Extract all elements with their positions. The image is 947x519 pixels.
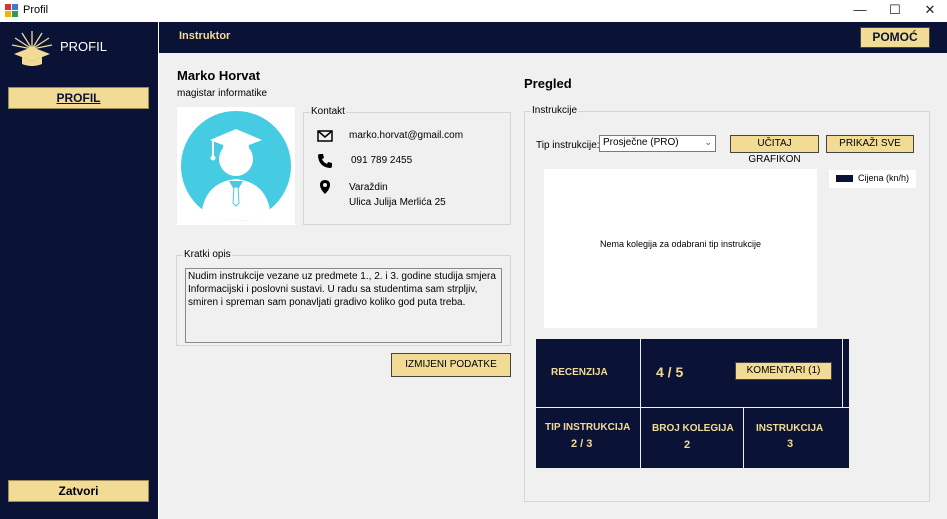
contact-phone: 091 789 2455 bbox=[351, 155, 413, 166]
comments-button[interactable]: KOMENTARI (1) bbox=[735, 362, 832, 380]
show-all-button[interactable]: PRIKAŽI SVE bbox=[826, 135, 914, 153]
avatar bbox=[177, 107, 295, 225]
review-row: RECENZIJA 4 / 5 KOMENTARI (1) bbox=[536, 339, 849, 407]
instructor-degree: magistar informatike bbox=[177, 88, 268, 99]
mail-icon bbox=[317, 130, 333, 142]
app-icon bbox=[5, 4, 18, 17]
section-title: Instruktor bbox=[179, 30, 231, 42]
instruction-type-select[interactable]: Prosječne (PRO) ⌄ bbox=[599, 135, 716, 152]
chart-legend-label: Cijena (kn/h) bbox=[858, 173, 910, 183]
sidebar-title: PROFIL bbox=[60, 39, 107, 54]
divider bbox=[842, 339, 843, 407]
contact-group: Kontakt marko.horvat@gmail.com 091 789 2… bbox=[303, 106, 511, 225]
chart-legend: Cijena (kn/h) bbox=[829, 170, 916, 188]
instruction-type-label: Tip instrukcije: bbox=[536, 140, 600, 151]
graduation-cap-logo-icon bbox=[11, 31, 53, 66]
phone-icon bbox=[318, 154, 332, 168]
window-title: Profil bbox=[23, 4, 49, 16]
instruction-type-value: Prosječne (PRO) bbox=[603, 137, 679, 148]
close-button[interactable]: Zatvori bbox=[8, 480, 149, 502]
close-window-button[interactable]: ✕ bbox=[912, 0, 947, 22]
instructions-label: INSTRUKCIJA bbox=[756, 423, 824, 434]
courses-label: BROJ KOLEGIJA bbox=[652, 423, 734, 434]
legend-swatch bbox=[836, 175, 853, 182]
type-stat-label: TIP INSTRUKCIJA bbox=[545, 422, 631, 433]
sidebar: PROFIL PROFIL Zatvori bbox=[0, 22, 158, 519]
instructions-value: 3 bbox=[787, 438, 794, 450]
instructions-group: Instrukcije Tip instrukcije: Prosječne (… bbox=[524, 105, 930, 502]
description-legend: Kratki opis bbox=[183, 249, 232, 260]
review-value: 4 / 5 bbox=[656, 364, 684, 380]
contact-legend: Kontakt bbox=[310, 106, 346, 117]
stats-row: TIP INSTRUKCIJA 2 / 3 BROJ KOLEGIJA 2 IN… bbox=[536, 408, 849, 468]
review-label: RECENZIJA bbox=[551, 367, 608, 378]
description-group: Kratki opis Nudim instrukcije vezane uz … bbox=[176, 249, 511, 346]
contact-email: marko.horvat@gmail.com bbox=[349, 130, 464, 141]
divider bbox=[640, 339, 641, 407]
window-titlebar: Profil — ☐ ✕ bbox=[0, 0, 947, 22]
chart-empty-message: Nema kolegija za odabrani tip instrukcij… bbox=[599, 239, 762, 249]
divider bbox=[743, 408, 744, 468]
type-stat-value: 2 / 3 bbox=[571, 438, 593, 450]
load-chart-button[interactable]: UČITAJ GRAFIKON bbox=[730, 135, 819, 165]
minimize-button[interactable]: — bbox=[842, 0, 878, 22]
chart-area: Nema kolegija za odabrani tip instrukcij… bbox=[544, 169, 817, 328]
profil-button[interactable]: PROFIL bbox=[8, 87, 149, 109]
header-bar: Instruktor POMOĆ bbox=[159, 22, 947, 53]
graduate-avatar-icon bbox=[181, 111, 291, 221]
description-textbox[interactable]: Nudim instrukcije vezane uz predmete 1.,… bbox=[185, 268, 502, 343]
divider bbox=[640, 408, 641, 468]
main-panel: Marko Horvat magistar informatike Kontak… bbox=[159, 53, 947, 519]
contact-street: Ulica Julija Merlića 25 bbox=[349, 197, 446, 208]
instructor-name: Marko Horvat bbox=[177, 68, 261, 83]
courses-value: 2 bbox=[684, 439, 691, 451]
overview-title: Pregled bbox=[524, 76, 572, 91]
location-pin-icon bbox=[320, 180, 330, 194]
contact-city: Varaždin bbox=[349, 182, 388, 193]
edit-profile-button[interactable]: IZMIJENI PODATKE bbox=[391, 353, 511, 377]
maximize-button[interactable]: ☐ bbox=[877, 0, 913, 22]
chevron-down-icon: ⌄ bbox=[704, 137, 712, 147]
help-button[interactable]: POMOĆ bbox=[860, 27, 930, 48]
instructions-legend: Instrukcije bbox=[531, 105, 579, 116]
